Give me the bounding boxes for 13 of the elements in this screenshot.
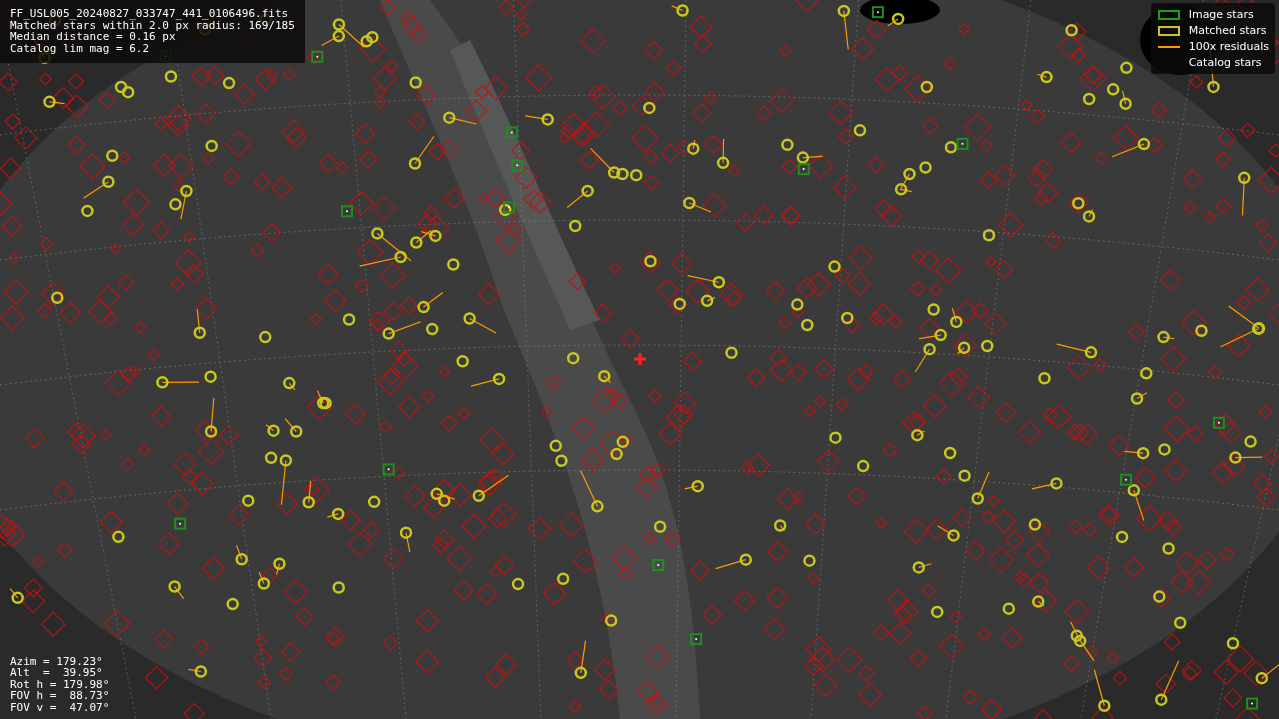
pointing-text: FOV h = 88.73° xyxy=(10,690,110,702)
info-text: Matched stars within 2.0 px radius: 169/185 xyxy=(10,19,295,31)
pointing-text: Rot h = 179.98° xyxy=(10,678,110,690)
info-text: FF_USL005_20240827_033747_441_0106496.fits xyxy=(10,8,290,20)
pointing-text: Alt = 39.95° xyxy=(10,667,104,679)
legend-label: Matched stars xyxy=(1188,24,1267,37)
info-text: Catalog lim mag = 6.2 xyxy=(10,42,151,54)
pointing-text: Azim = 179.23° xyxy=(10,655,104,667)
legend-label: Catalog stars xyxy=(1188,56,1262,69)
legend-label: Image stars xyxy=(1188,8,1254,21)
pointing-text: FOV v = 47.07° xyxy=(10,701,110,713)
legend-label: 100x residuals xyxy=(1188,40,1269,53)
info-text: Median distance = 0.16 px xyxy=(10,31,176,43)
